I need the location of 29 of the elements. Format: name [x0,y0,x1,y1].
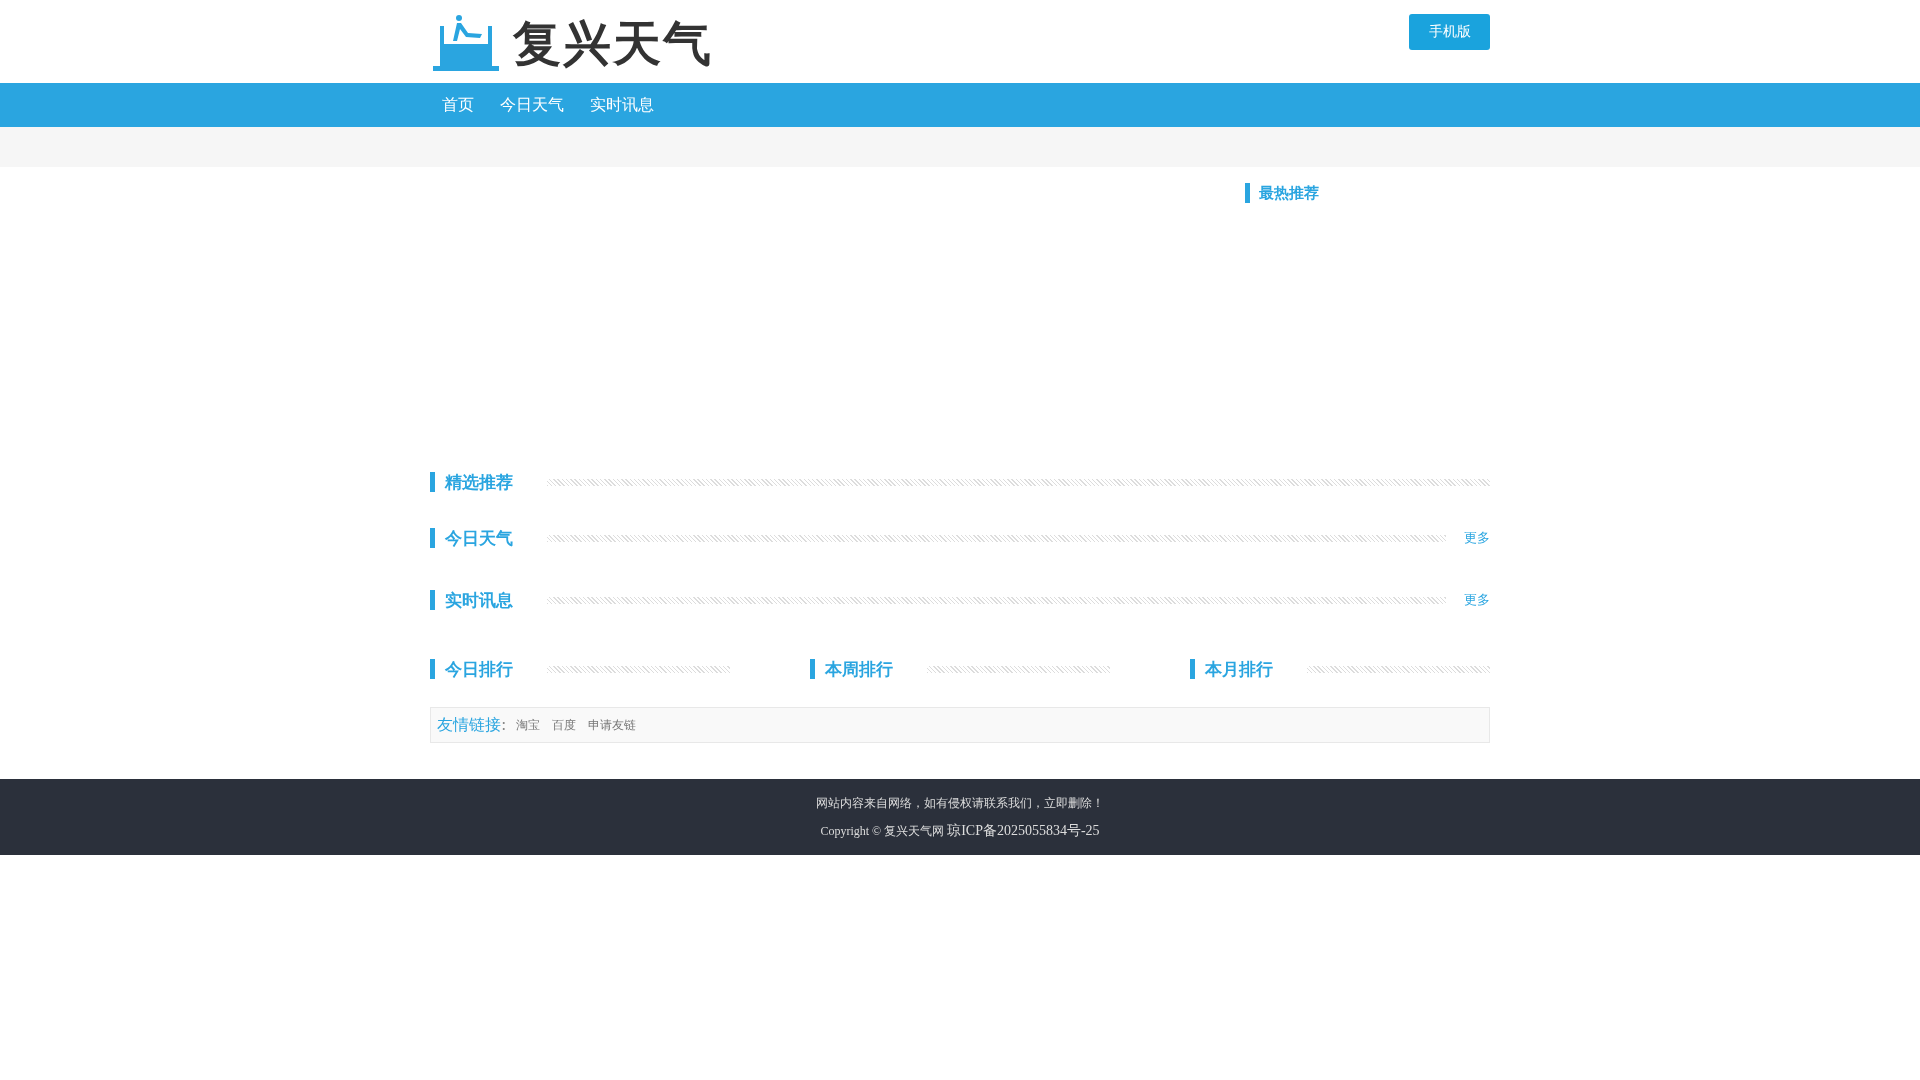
more-link[interactable]: 更多 [1464,529,1490,547]
title-marker [430,528,435,548]
section-title: 本周排行 [825,657,894,681]
title-marker [430,472,435,492]
friend-link[interactable]: 申请友链 [588,716,637,734]
section-title: 今日天气 [445,526,514,550]
footer-notice: 网站内容来自网络，如有侵权请联系我们，立即删除！ [816,794,1104,812]
title-marker [1190,659,1195,679]
friend-link[interactable]: 百度 [552,716,577,734]
nav-link[interactable]: 今日天气 [488,94,576,116]
nav-link[interactable]: 首页 [430,94,486,116]
section-title: 精选推荐 [445,470,514,494]
copyright-text: Copyright © 复兴天气网 [820,823,945,838]
friend-links-label: 友情链接: [437,714,507,736]
title-marker [430,659,435,679]
site-logo-text[interactable]: 复兴天气 [513,15,713,71]
mobile-version-button[interactable]: 手机版 [1409,14,1490,50]
logo-icon [433,15,499,71]
friend-link[interactable]: 淘宝 [516,716,541,734]
section-title: 今日排行 [445,657,514,681]
more-link[interactable]: 更多 [1464,591,1490,609]
icp-link[interactable]: 琼ICP备2025055834号-25 [947,822,1100,838]
section-title: 实时讯息 [445,588,514,612]
section-title: 最热推荐 [1259,183,1319,203]
title-marker [810,659,815,679]
title-marker [430,590,435,610]
nav-link[interactable]: 实时讯息 [578,94,666,116]
title-marker [1245,183,1250,203]
section-title: 本月排行 [1205,657,1274,681]
